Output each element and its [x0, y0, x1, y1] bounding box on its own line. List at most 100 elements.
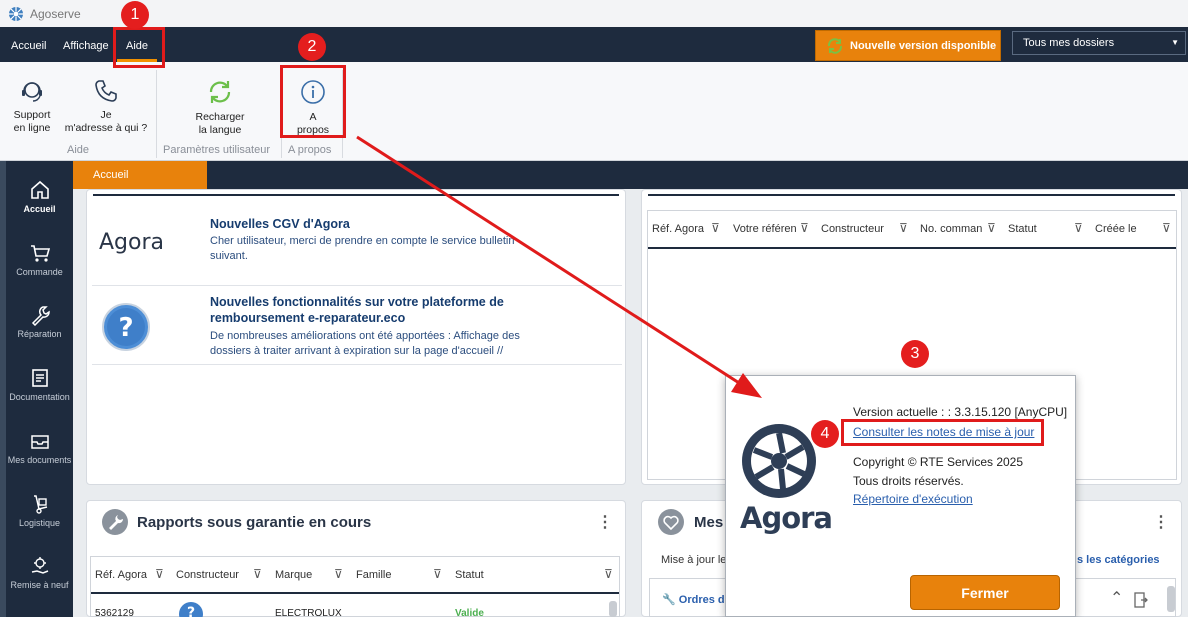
menu-affichage[interactable]: Affichage [63, 27, 109, 62]
folder-select[interactable]: Tous mes dossiers ▼ [1012, 31, 1186, 55]
report-ref: 5362129 [95, 608, 134, 617]
news-item[interactable]: ? Nouvelles fonctionnalités sur votre pl… [92, 287, 622, 365]
export-icon[interactable] [1134, 592, 1148, 608]
scrollbar[interactable] [609, 601, 617, 617]
heart-badge-icon [658, 509, 684, 535]
report-brand: ELECTROLUX [275, 608, 342, 617]
headset-icon [22, 82, 42, 102]
column-header[interactable]: Créée le [1095, 223, 1137, 235]
reload-icon [209, 81, 231, 103]
refresh-icon [827, 37, 843, 54]
menu-accueil[interactable]: Accueil [11, 27, 46, 62]
column-header[interactable]: Constructeur [821, 223, 884, 235]
sidebar-item-documentation[interactable]: Documentation [6, 367, 73, 402]
filter-icon[interactable]: ⊽ [1162, 221, 1171, 235]
messages-title: Mes [694, 514, 724, 531]
column-header[interactable]: Réf. Agora [652, 223, 704, 235]
sidebar-item-commande[interactable]: Commande [6, 242, 73, 277]
svg-text:?: ? [187, 605, 195, 617]
grid-header-rule [648, 247, 1176, 249]
sidebar: Accueil Commande Réparation Documentatio… [0, 161, 73, 617]
column-header[interactable]: Statut [1008, 223, 1037, 235]
svg-text:?: ? [118, 313, 133, 343]
agora-wordmark: Agora [740, 501, 833, 535]
agora-wheel-logo [742, 424, 816, 498]
filter-icon[interactable]: ⊽ [1074, 221, 1083, 235]
annotation-badge: 1 [121, 1, 149, 29]
grid-header-rule [91, 592, 619, 594]
news-title[interactable]: Nouvelles CGV d'Agora [210, 216, 350, 232]
column-header[interactable]: Marque [275, 569, 312, 581]
recycle-hand-icon [31, 557, 48, 574]
more-options-icon[interactable]: ⋮ [597, 512, 613, 532]
exec-directory-link[interactable]: Répertoire d'exécution [853, 492, 973, 506]
support-button[interactable]: Support en ligne [6, 78, 58, 135]
sidebar-label: Accueil [23, 204, 56, 214]
version-text: Version actuelle : : 3.3.15.120 [AnyCPU] [853, 405, 1068, 419]
column-header[interactable]: Statut [455, 569, 484, 581]
sidebar-item-logistique[interactable]: Logistique [6, 493, 73, 528]
all-categories-link[interactable]: s les catégories [1077, 554, 1160, 566]
column-header[interactable]: No. comman [920, 223, 982, 235]
filter-icon[interactable]: ⊽ [433, 567, 442, 581]
panel-top-rule [648, 194, 1175, 196]
reports-title: Rapports sous garantie en cours [137, 514, 372, 531]
sidebar-label: Remise à neuf [10, 580, 69, 590]
new-version-button[interactable]: Nouvelle version disponible [815, 30, 1001, 61]
order-link[interactable]: 🔧 Ordres de [662, 593, 731, 606]
messages-subtitle: Mise à jour le [661, 554, 727, 566]
ribbon-divider [156, 70, 157, 158]
annotation-badge: 4 [811, 420, 839, 448]
reload-language-button[interactable]: Recharger la langue [187, 78, 253, 137]
chevron-up-icon[interactable]: ⌃ [1110, 588, 1123, 608]
contact-button[interactable]: Je m'adresse à qui ? [60, 78, 152, 135]
sidebar-label: Réparation [17, 329, 62, 339]
new-version-label: Nouvelle version disponible [850, 39, 997, 52]
filter-icon[interactable]: ⊽ [899, 221, 908, 235]
sidebar-label: Logistique [18, 518, 61, 528]
app-title: Agoserve [30, 6, 81, 21]
sidebar-label: Mes documents [7, 455, 72, 465]
annotation-badge: 3 [901, 340, 929, 368]
filter-icon[interactable]: ⊽ [253, 567, 262, 581]
news-item[interactable]: Agora Nouvelles CGV d'Agora Cher utilisa… [92, 208, 622, 286]
more-options-icon[interactable]: ⋮ [1153, 512, 1169, 532]
sidebar-item-remise-a-neuf[interactable]: Remise à neuf [6, 555, 73, 590]
order-link-label: Ordres de [678, 594, 731, 606]
column-header[interactable]: Réf. Agora [95, 569, 147, 581]
sidebar-label: Documentation [9, 392, 70, 402]
hand-truck-icon [33, 495, 47, 514]
document-icon [31, 369, 48, 387]
annotation-box [113, 27, 165, 68]
filter-icon[interactable]: ⊽ [604, 567, 613, 581]
news-body: Cher utilisateur, merci de prendre en co… [210, 235, 515, 262]
filter-icon[interactable]: ⊽ [711, 221, 720, 235]
reload-language-label: Recharger la langue [195, 111, 245, 136]
sidebar-item-accueil[interactable]: Accueil [6, 179, 73, 214]
filter-icon[interactable]: ⊽ [334, 567, 343, 581]
scrollbar[interactable] [1167, 586, 1175, 612]
sidebar-item-mes-documents[interactable]: Mes documents [6, 430, 73, 465]
tab-accueil[interactable]: Accueil [73, 161, 207, 189]
column-header[interactable]: Votre référen [733, 223, 797, 235]
reports-grid [90, 556, 620, 617]
filter-icon[interactable]: ⊽ [155, 567, 164, 581]
column-header[interactable]: Constructeur [176, 569, 239, 581]
contact-label: Je m'adresse à qui ? [64, 109, 148, 134]
report-status: Valide [455, 608, 484, 617]
column-header[interactable]: Famille [356, 569, 391, 581]
wrench-badge-icon [102, 509, 128, 535]
filter-icon[interactable]: ⊽ [800, 221, 809, 235]
filter-icon[interactable]: ⊽ [987, 221, 996, 235]
home-icon [30, 180, 49, 199]
title-bar: Agoserve [0, 0, 1188, 27]
news-body: De nombreuses améliorations ont été appo… [210, 330, 520, 357]
close-button[interactable]: Fermer [910, 575, 1060, 610]
help-question-icon: ? [179, 602, 203, 617]
sidebar-item-reparation[interactable]: Réparation [6, 304, 73, 339]
group-label-aide: Aide [67, 144, 90, 156]
chevron-down-icon: ▼ [1171, 38, 1179, 47]
cart-icon [30, 245, 50, 262]
wrench-icon [31, 306, 50, 326]
news-title[interactable]: Nouvelles fonctionnalités sur votre plat… [210, 294, 530, 326]
